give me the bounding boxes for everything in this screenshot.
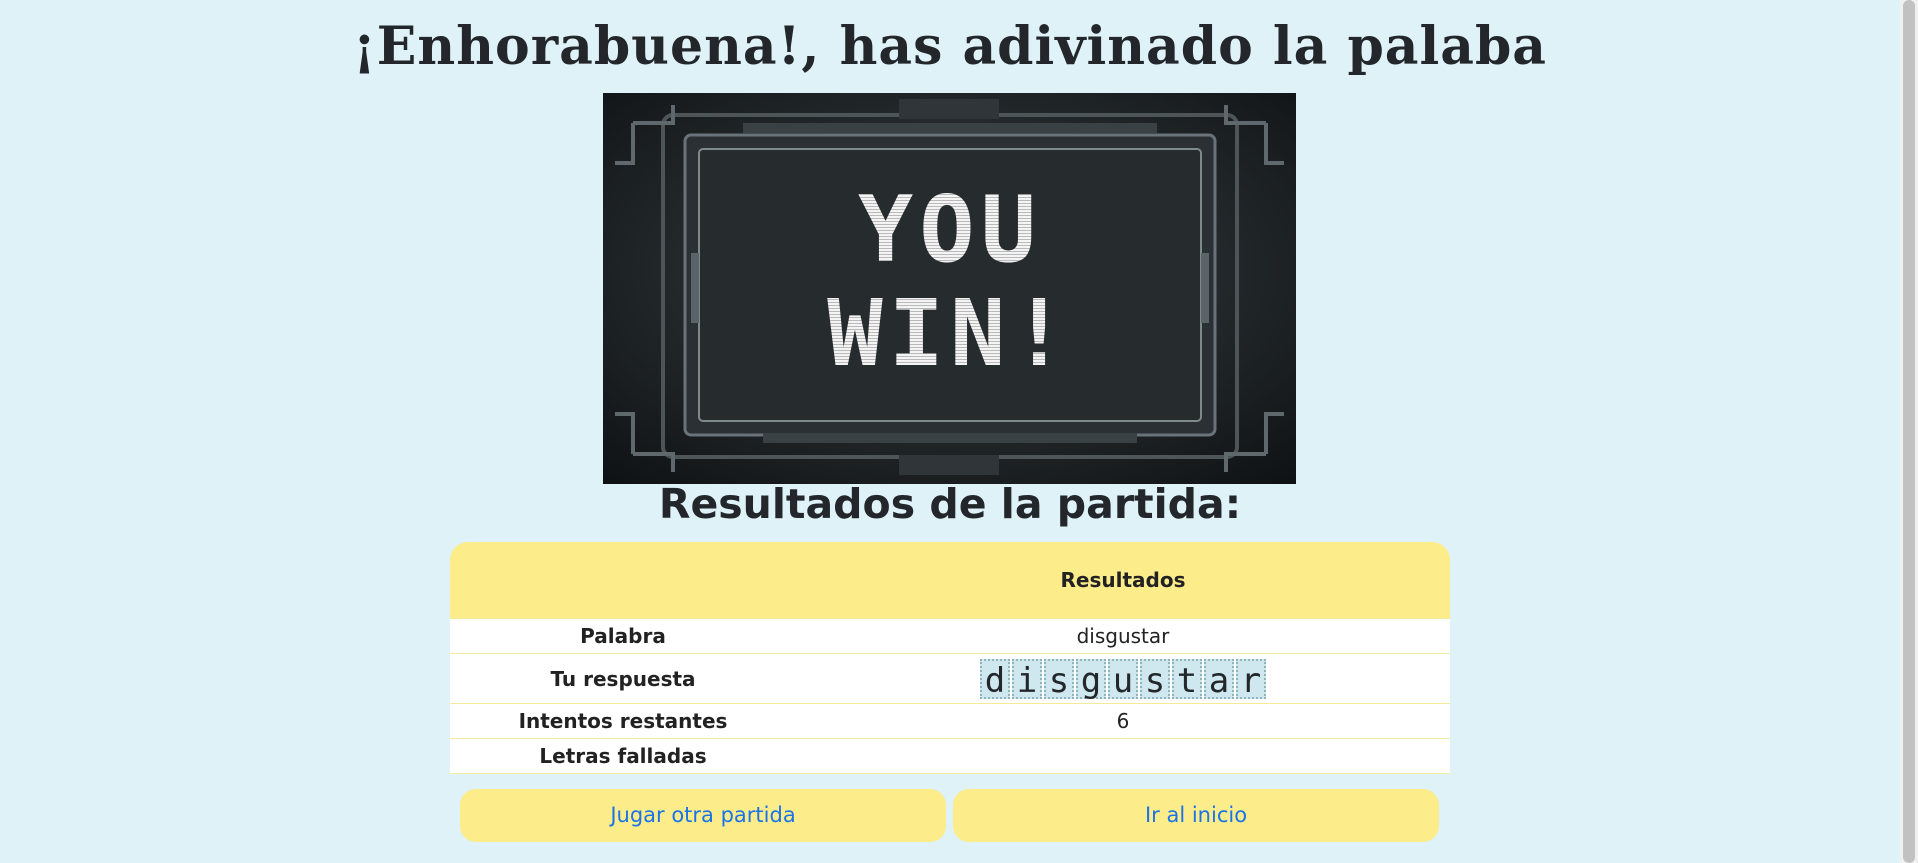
results-table: Resultados Palabra disgustar Tu respuest…	[450, 542, 1450, 774]
answer-letter: d	[980, 658, 1010, 701]
header-empty-cell	[450, 542, 796, 619]
table-row: Letras falladas	[450, 738, 1450, 774]
scrollbar-thumb[interactable]	[1903, 0, 1915, 863]
table-row: Palabra disgustar	[450, 618, 1450, 654]
row-value-attempts: 6	[796, 703, 1450, 739]
scrollbar[interactable]	[1900, 0, 1918, 863]
table-row: Intentos restantes 6	[450, 703, 1450, 739]
results-heading: Resultados de la partida:	[658, 480, 1242, 528]
home-button[interactable]: Ir al inicio	[953, 789, 1439, 842]
answer-letter: s	[1140, 658, 1170, 701]
answer-letter: r	[1236, 658, 1266, 701]
play-again-button[interactable]: Jugar otra partida	[460, 789, 946, 842]
row-value-missed-letters	[796, 738, 1450, 774]
table-row: Tu respuesta d i s g u s t a r	[450, 653, 1450, 704]
page-title: ¡Enhorabuena!, has adivinado la palaba	[352, 16, 1548, 77]
you-win-image: YOU WIN!	[603, 93, 1296, 484]
answer-letters: d i s g u s t a r	[980, 658, 1266, 701]
answer-letter: t	[1172, 658, 1202, 701]
row-label-missed-letters: Letras falladas	[450, 738, 796, 774]
answer-letter: g	[1076, 658, 1106, 701]
row-label-answer: Tu respuesta	[450, 653, 796, 704]
row-label-word: Palabra	[450, 618, 796, 654]
answer-letter: i	[1012, 658, 1042, 701]
answer-letter: s	[1044, 658, 1074, 701]
row-label-attempts: Intentos restantes	[450, 703, 796, 739]
row-value-answer: d i s g u s t a r	[796, 653, 1450, 704]
answer-letter: a	[1204, 658, 1234, 701]
page: ¡Enhorabuena!, has adivinado la palaba Y…	[0, 0, 1918, 863]
answer-letter: u	[1108, 658, 1138, 701]
column-header-results: Resultados	[796, 542, 1450, 619]
svg-text:WIN!: WIN!	[827, 280, 1073, 387]
svg-text:YOU: YOU	[858, 176, 1042, 283]
row-value-word: disgustar	[796, 618, 1450, 654]
